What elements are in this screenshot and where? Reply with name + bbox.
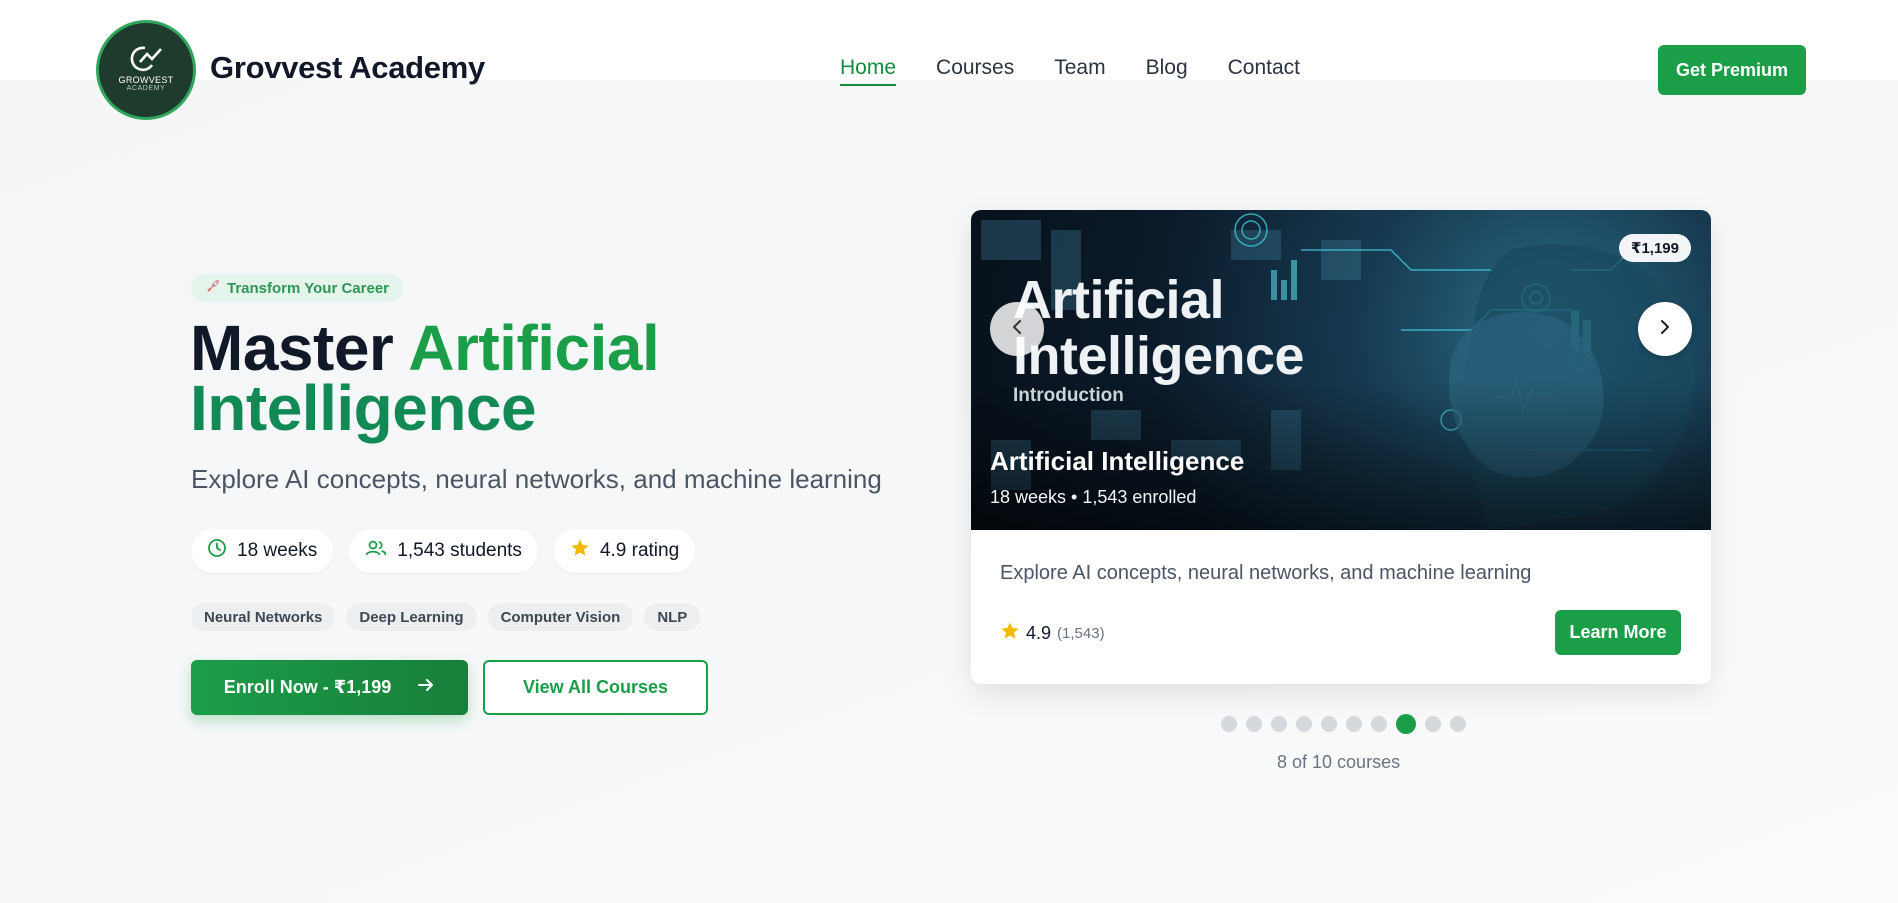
star-icon bbox=[570, 538, 590, 564]
image-title-line2: Intelligence bbox=[1013, 326, 1305, 386]
carousel-dot-active[interactable] bbox=[1396, 714, 1416, 734]
course-description: Explore AI concepts, neural networks, an… bbox=[1000, 562, 1532, 584]
carousel-dot[interactable] bbox=[1296, 716, 1312, 732]
carousel-dot[interactable] bbox=[1425, 716, 1441, 732]
carousel-prev-button[interactable] bbox=[990, 302, 1044, 356]
image-title-line1: Artificial bbox=[1013, 270, 1225, 330]
logo-text: GROWVEST bbox=[118, 74, 174, 85]
stat-rating-label: 4.9 rating bbox=[599, 540, 680, 561]
rating-value: 4.9 bbox=[1026, 623, 1052, 643]
carousel-next-button[interactable] bbox=[1638, 302, 1692, 356]
enroll-now-label: Enroll Now - ₹1,199 bbox=[223, 677, 392, 697]
nav-contact[interactable]: Contact bbox=[1228, 56, 1300, 86]
star-icon bbox=[1000, 621, 1020, 646]
users-icon bbox=[365, 538, 387, 564]
nav-blog[interactable]: Blog bbox=[1146, 56, 1188, 86]
course-title: Artificial Intelligence bbox=[990, 446, 1245, 476]
image-course-subtitle: Introduction bbox=[1013, 385, 1124, 406]
stat-students-label: 1,543 students bbox=[397, 540, 522, 561]
course-card[interactable]: Artificial Intelligence Introduction ₹1,… bbox=[971, 210, 1711, 684]
brand-name[interactable]: Grovvest Academy bbox=[210, 50, 485, 86]
view-all-courses-button[interactable]: View All Courses bbox=[483, 660, 708, 715]
get-premium-button[interactable]: Get Premium bbox=[1658, 45, 1806, 95]
main-nav: Home Courses Team Blog Contact bbox=[840, 56, 1300, 86]
rating-count: (1,543) bbox=[1057, 625, 1105, 642]
clock-icon bbox=[207, 538, 227, 564]
course-meta: 18 weeks • 1,543 enrolled bbox=[990, 487, 1197, 507]
nav-home[interactable]: Home bbox=[840, 56, 897, 86]
top-header: GROWVEST ACADEMY Grovvest Academy Home C… bbox=[0, 0, 1898, 120]
course-image: Artificial Intelligence Introduction ₹1,… bbox=[971, 210, 1711, 530]
logo-subtext: ACADEMY bbox=[126, 84, 166, 92]
chevron-left-icon bbox=[1010, 318, 1024, 341]
nav-courses[interactable]: Courses bbox=[936, 56, 1014, 86]
carousel-dots bbox=[1221, 714, 1466, 734]
carousel-dot[interactable] bbox=[1371, 716, 1387, 732]
rocket-icon bbox=[205, 278, 221, 298]
carousel-dot[interactable] bbox=[1346, 716, 1362, 732]
topic-tag[interactable]: Neural Networks bbox=[191, 603, 336, 631]
topic-tag[interactable]: Deep Learning bbox=[346, 603, 477, 631]
hero-subtitle: Explore AI concepts, neural networks, an… bbox=[191, 464, 882, 494]
hero-headline: Master Artificial Intelligence bbox=[190, 316, 660, 440]
brand-logo[interactable]: GROWVEST ACADEMY bbox=[96, 20, 196, 120]
image-course-title: Artificial Intelligence bbox=[1013, 270, 1305, 386]
enroll-now-button[interactable]: Enroll Now - ₹1,199 bbox=[191, 660, 468, 715]
price-badge: ₹1,199 bbox=[1619, 234, 1691, 262]
career-tag: Transform Your Career bbox=[191, 274, 404, 302]
topic-tag[interactable]: Computer Vision bbox=[487, 603, 634, 631]
carousel-dot[interactable] bbox=[1271, 716, 1287, 732]
stat-students: 1,543 students bbox=[349, 529, 538, 573]
headline-intelligence: Intelligence bbox=[190, 372, 537, 444]
logo-mark-icon bbox=[130, 46, 162, 71]
nav-team[interactable]: Team bbox=[1054, 56, 1105, 86]
course-stats: 18 weeks 1,543 students 4.9 rating bbox=[191, 529, 696, 573]
carousel-dot[interactable] bbox=[1221, 716, 1237, 732]
stat-duration-label: 18 weeks bbox=[237, 540, 318, 561]
learn-more-button[interactable]: Learn More bbox=[1555, 610, 1681, 655]
topic-tags: Neural Networks Deep Learning Computer V… bbox=[191, 603, 701, 631]
topic-tag[interactable]: NLP bbox=[644, 603, 701, 631]
course-rating: 4.9 (1,543) bbox=[1000, 621, 1105, 646]
stat-duration: 18 weeks bbox=[191, 529, 334, 573]
chevron-right-icon bbox=[1658, 318, 1672, 341]
carousel-dot[interactable] bbox=[1246, 716, 1262, 732]
career-tag-label: Transform Your Career bbox=[227, 279, 390, 297]
carousel-dot[interactable] bbox=[1321, 716, 1337, 732]
carousel-counter: 8 of 10 courses bbox=[1277, 752, 1401, 772]
carousel-dot[interactable] bbox=[1450, 716, 1466, 732]
arrow-right-icon bbox=[417, 677, 435, 698]
stat-rating: 4.9 rating bbox=[553, 529, 696, 573]
